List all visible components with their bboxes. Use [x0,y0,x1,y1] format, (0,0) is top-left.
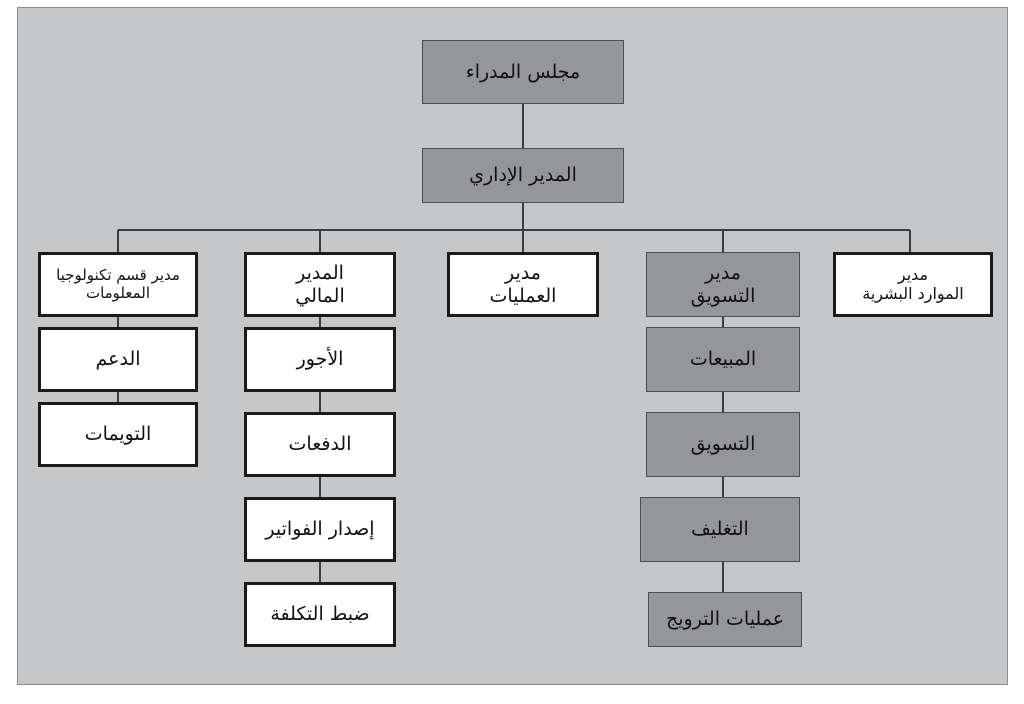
node-label: مجلس المدراء [465,60,581,83]
node-label: مدير الموارد البشرية [862,264,964,303]
node-marketing-packaging[interactable]: التغليف [640,497,800,562]
node-admin-director[interactable]: المدير الإداري [422,148,624,203]
node-finance-cost-control[interactable]: ضبط التكلفة [244,582,396,647]
node-label: الدعم [95,348,141,371]
node-finance-payments[interactable]: الدفعات [244,412,396,477]
org-chart-figure: مجلس المدراء المدير الإداري مدير قسم تكن… [0,0,1024,704]
node-label: مدير العمليات [489,262,557,307]
node-board-of-directors[interactable]: مجلس المدراء [422,40,624,104]
node-finance-invoicing[interactable]: إصدار الفواتير [244,497,396,562]
node-it-support[interactable]: الدعم [38,327,198,392]
node-label: المدير المالي [295,262,345,307]
node-label: التويمات [84,423,152,446]
node-label: عمليات الترويج [665,608,785,631]
node-hr-manager[interactable]: مدير الموارد البشرية [833,252,993,317]
node-marketing-manager[interactable]: مدير التسويق [646,252,800,317]
node-label: المبيعات [689,348,757,371]
node-label: الأجور [296,348,344,371]
node-label: مدير قسم تكنولوجيا المعلومات [56,266,180,302]
node-label: ضبط التكلفة [270,603,370,626]
node-it-manager[interactable]: مدير قسم تكنولوجيا المعلومات [38,252,198,317]
node-finance-manager[interactable]: المدير المالي [244,252,396,317]
node-marketing-sales[interactable]: المبيعات [646,327,800,392]
node-label: إصدار الفواتير [265,518,375,541]
node-label: التسويق [690,433,756,456]
node-label: مدير التسويق [690,262,756,307]
node-finance-wages[interactable]: الأجور [244,327,396,392]
nodes-layer: مجلس المدراء المدير الإداري مدير قسم تكن… [0,0,1024,704]
node-label: التغليف [691,518,749,541]
node-operations-manager[interactable]: مدير العمليات [447,252,599,317]
node-marketing-marketing[interactable]: التسويق [646,412,800,477]
node-label: الدفعات [288,433,352,456]
node-label: المدير الإداري [469,164,577,187]
node-marketing-promotion[interactable]: عمليات الترويج [648,592,802,647]
node-it-assignments[interactable]: التويمات [38,402,198,467]
